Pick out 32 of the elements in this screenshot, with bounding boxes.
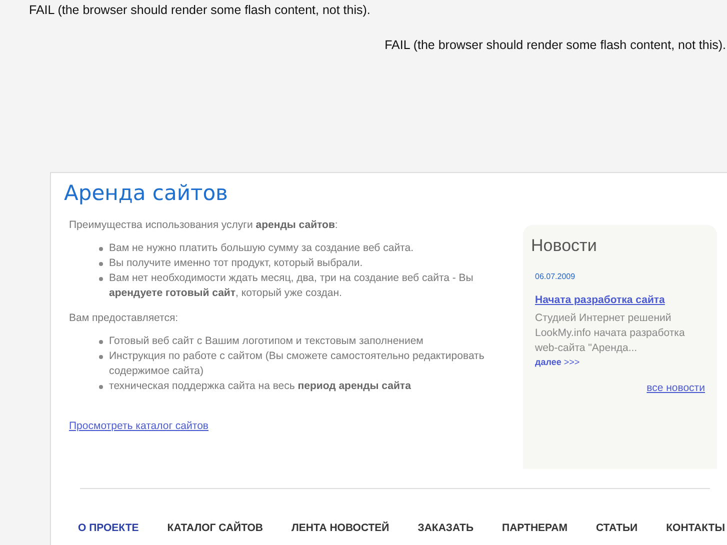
nav-link[interactable]: ЛЕНТА НОВОСТЕЙ <box>292 521 390 537</box>
bullet-icon <box>99 247 103 252</box>
arrows-text: >>> <box>564 356 580 367</box>
nav-link[interactable]: КАТАЛОГ САЙТОВ <box>167 521 263 537</box>
page-title: Аренда сайтов <box>64 181 229 206</box>
bullet-icon <box>99 262 103 266</box>
news-title: Новости <box>531 236 597 256</box>
nav-link[interactable]: О ПРОЕКТЕ <box>78 521 139 537</box>
list-item: Вам нет необходимости ждать месяц, два, три на создание веб сайта - Вы арендуете готовый сайт, который уже создан. <box>109 271 474 302</box>
flash-fallback-text: FAIL (the browser should render some flash content, not this). <box>384 38 726 52</box>
bullet-icon <box>99 340 103 344</box>
all-news-link[interactable]: все новости <box>646 382 705 394</box>
list-item: Готовый веб сайт с Вашим логотипом и текстовым заполнением <box>109 334 424 350</box>
list-item: техническая поддержка сайта на весь период аренды сайта <box>109 379 411 394</box>
news-headline-link[interactable]: Начата разработка сайта <box>531 294 665 306</box>
section-text: Вам предоставляется: <box>69 311 180 326</box>
bullet-icon <box>99 277 103 282</box>
list-item: Инструкция по работе с сайтом (Вы сможете самостоятельно редактировать содержимое сайта) <box>109 349 486 380</box>
list-item: Вы получите именно тот продукт, который выбрали. <box>109 256 363 272</box>
nav-link[interactable]: ПАРТНЕРАМ <box>502 521 568 537</box>
read-more-link[interactable]: далее <box>535 356 562 367</box>
nav-link[interactable]: ЗАКАЗАТЬ <box>418 521 474 537</box>
intro-text: Преимущества использования услуги аренды сайтов: <box>69 218 339 234</box>
bullet-icon <box>99 385 103 390</box>
flash-fallback-text: FAIL (the browser should render some flash content, not this). <box>29 3 370 17</box>
news-excerpt: Студией Интернет решений LookMy.info начата разработка web-сайта "Аренда... <box>534 310 686 356</box>
nav-link[interactable]: КОНТАКТЫ <box>666 521 725 537</box>
bullet-icon <box>99 355 103 360</box>
catalog-link[interactable]: Просмотреть каталог сайтов <box>69 420 208 432</box>
nav-link[interactable]: СТАТЬИ <box>596 521 638 537</box>
list-item: Вам не нужно платить большую сумму за создание веб сайта. <box>109 241 414 256</box>
news-date: 06.07.2009 <box>534 272 576 281</box>
